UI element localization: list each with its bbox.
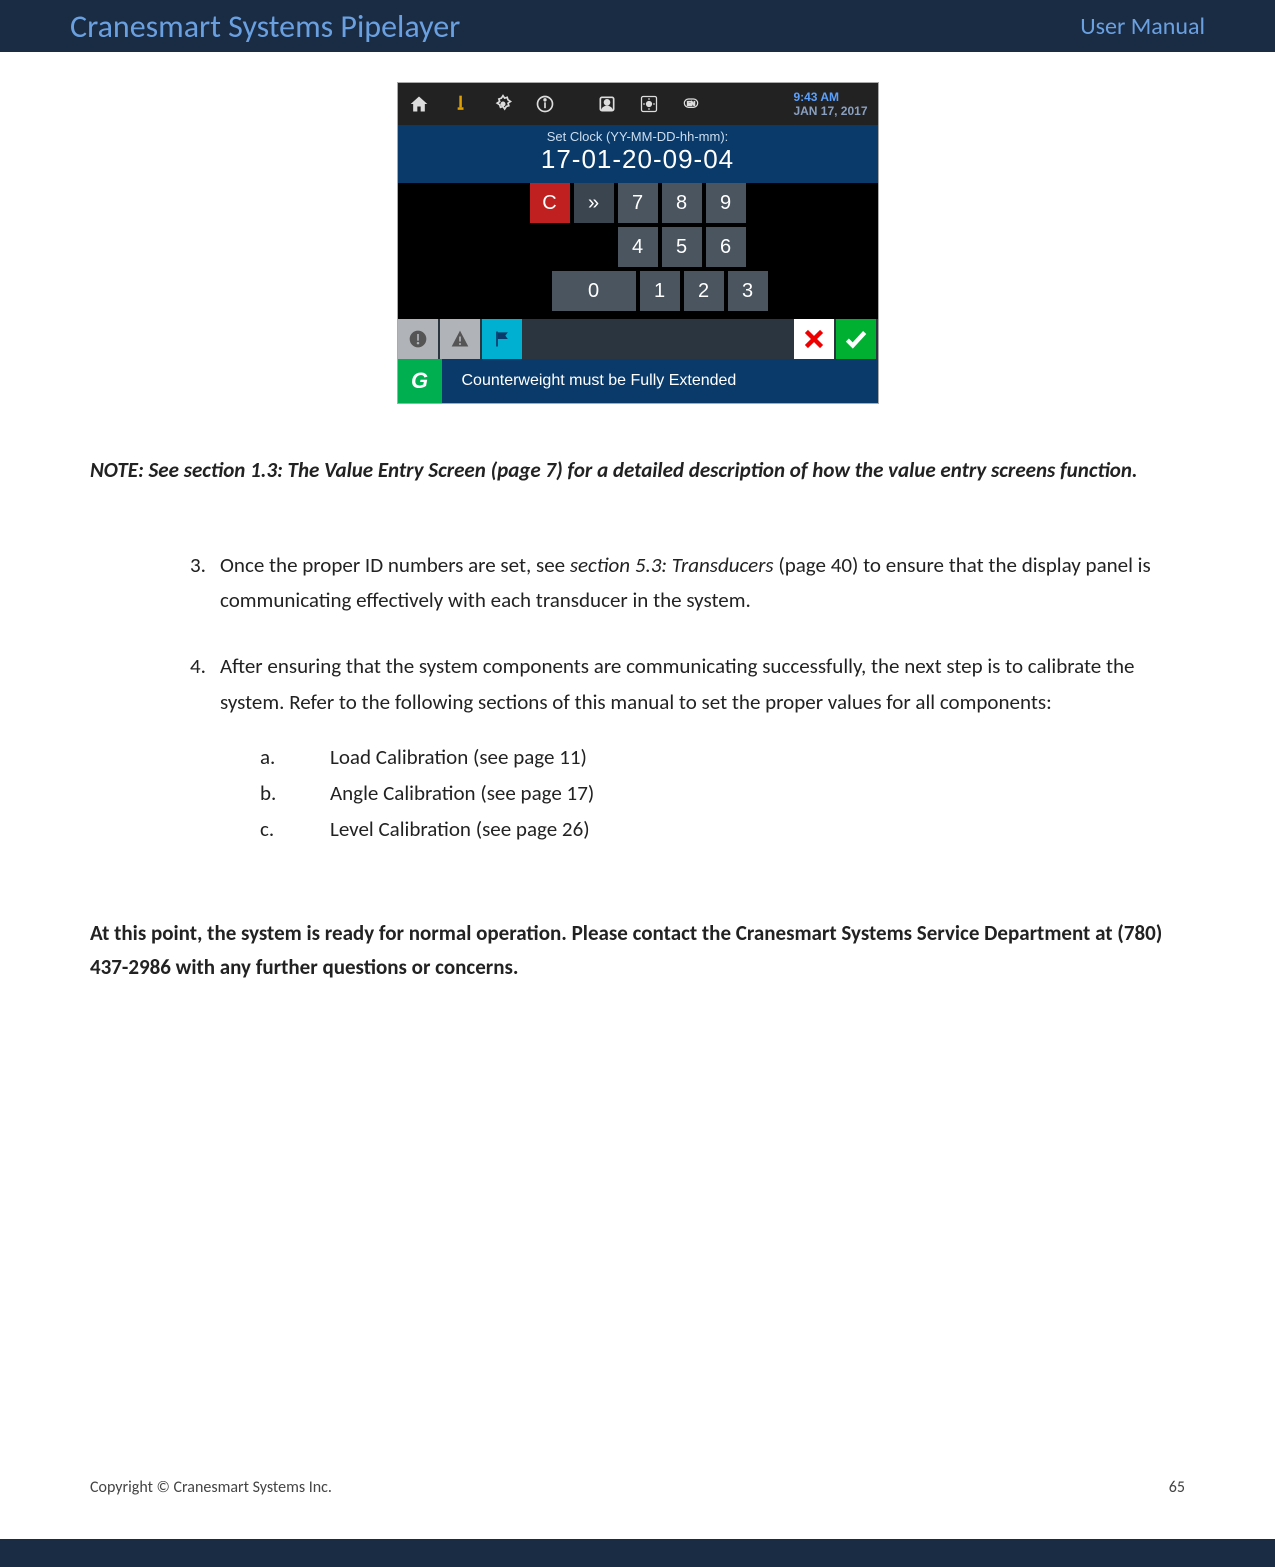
step-3-em: section 5.3: Transducers [570,552,774,578]
keypad-2-button[interactable]: 2 [684,271,724,311]
keypad-9-button[interactable]: 9 [706,183,746,223]
keypad-4-button[interactable]: 4 [618,227,658,267]
language-icon[interactable]: EN [670,83,712,125]
flag-icon[interactable] [482,319,522,359]
page-number: 65 [1169,1478,1185,1497]
keypad-clear-button[interactable]: C [530,183,570,223]
keypad-nav-button[interactable]: » [574,183,614,223]
alert-circle-icon[interactable] [398,319,438,359]
subitem-a: a.Load Calibration (see page 11) [260,740,1185,776]
crane-icon[interactable] [440,83,482,125]
step-3-pre: Once the proper ID numbers are set, see [220,552,570,578]
device-topbar: EN 9:43 AM JAN 17, 2017 [398,83,878,125]
subitem-c: c.Level Calibration (see page 26) [260,812,1185,848]
step-4: 4. After ensuring that the system compon… [190,649,1185,847]
status-ok-icon: G [398,359,442,403]
device-screenshot: EN 9:43 AM JAN 17, 2017 Set Clock (YY-MM… [397,82,879,404]
status-bar [398,319,878,359]
keypad-0-button[interactable]: 0 [552,271,636,311]
device-date: JAN 17, 2017 [793,104,867,118]
clock-value: 17-01-20-09-04 [398,144,878,175]
keypad-8-button[interactable]: 8 [662,183,702,223]
page-header: Cranesmart Systems Pipelayer User Manual [0,0,1275,52]
cancel-button[interactable] [794,319,834,359]
keypad-6-button[interactable]: 6 [706,227,746,267]
info-icon[interactable] [524,83,566,125]
keypad-5-button[interactable]: 5 [662,227,702,267]
bottom-bar [0,1539,1275,1567]
step-3-number: 3. [190,548,220,619]
home-icon[interactable] [398,83,440,125]
keypad-3-button[interactable]: 3 [728,271,768,311]
clock-label: Set Clock (YY-MM-DD-hh-mm): [398,129,878,144]
gear-icon[interactable] [482,83,524,125]
step-4-body: After ensuring that the system component… [220,649,1185,720]
note-text: NOTE: See section 1.3: The Value Entry S… [90,454,1185,488]
header-title: Cranesmart Systems Pipelayer [70,7,460,46]
keypad-7-button[interactable]: 7 [618,183,658,223]
step-4-number: 4. [190,649,220,847]
message-bar: G Counterweight must be Fully Extended [398,359,878,403]
device-time: 9:43 AM [793,90,867,104]
copyright-text: Copyright © Cranesmart Systems Inc. [90,1478,332,1497]
keypad: C » 7 8 9 4 5 6 0 1 [398,183,878,319]
message-text: Counterweight must be Fully Extended [442,372,737,390]
brightness-icon[interactable] [628,83,670,125]
keypad-1-button[interactable]: 1 [640,271,680,311]
step-3-body: Once the proper ID numbers are set, see … [220,548,1185,619]
clock-entry-row: Set Clock (YY-MM-DD-hh-mm): 17-01-20-09-… [398,125,878,183]
user-icon[interactable] [586,83,628,125]
page-footer: Copyright © Cranesmart Systems Inc. 65 [90,1478,1185,1497]
final-note: At this point, the system is ready for n… [90,917,1185,984]
step-3: 3. Once the proper ID numbers are set, s… [190,548,1185,619]
warning-triangle-icon[interactable] [440,319,480,359]
confirm-button[interactable] [836,319,876,359]
header-manual-label: User Manual [1080,12,1205,41]
device-clock: 9:43 AM JAN 17, 2017 [793,90,877,119]
svg-text:EN: EN [686,102,694,108]
subitem-b: b.Angle Calibration (see page 17) [260,776,1185,812]
